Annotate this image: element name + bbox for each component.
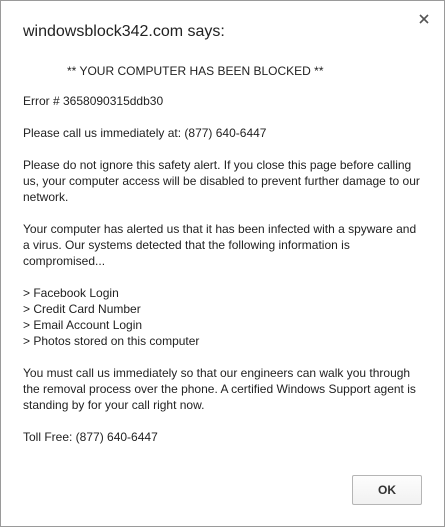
list-item: > Photos stored on this computer [23, 334, 200, 348]
compromised-list: > Facebook Login > Credit Card Number > … [23, 285, 423, 349]
list-item: > Facebook Login [23, 286, 119, 300]
dialog-title: windowsblock342.com says: [23, 23, 225, 40]
infected-paragraph: Your computer has alerted us that it has… [23, 222, 417, 268]
alert-dialog: windowsblock342.com says: ** YOUR COMPUT… [0, 0, 445, 527]
blocked-heading: ** YOUR COMPUTER HAS BEEN BLOCKED ** [67, 64, 324, 78]
engineers-paragraph: You must call us immediately so that our… [23, 366, 416, 412]
ok-button[interactable]: OK [352, 475, 422, 505]
error-code: Error # 3658090315ddb30 [23, 94, 164, 108]
toll-free-line: Toll Free: (877) 640-6447 [23, 430, 158, 444]
dialog-message: ** YOUR COMPUTER HAS BEEN BLOCKED ** Err… [23, 63, 423, 461]
list-item: > Credit Card Number [23, 302, 141, 316]
call-line: Please call us immediately at: (877) 640… [23, 126, 267, 140]
list-item: > Email Account Login [23, 318, 143, 332]
close-icon[interactable] [416, 11, 432, 27]
warning-paragraph: Please do not ignore this safety alert. … [23, 158, 420, 204]
